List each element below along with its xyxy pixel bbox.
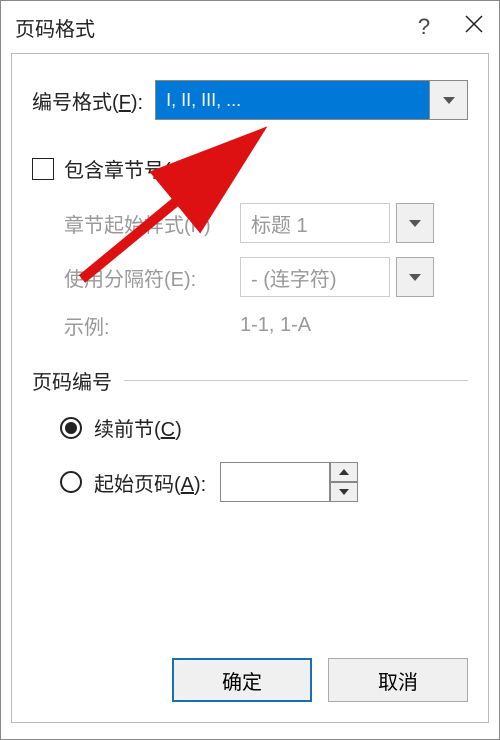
include-chapter-label: 包含章节号(N) [64,154,192,183]
page-number-format-dialog: 页码格式 ? 编号格式(F): I, II, III, ... 包含章节号(N) [0,0,500,740]
radio-group: 续前节(C) 起始页码(A): [60,413,468,502]
example-row: 示例: 1-1, 1-A [64,311,468,340]
spinner-down-button[interactable] [330,482,358,502]
cancel-button[interactable]: 取消 [328,658,468,702]
dialog-buttons: 确定 取消 [172,658,468,702]
continue-radio[interactable] [60,417,82,439]
separator-combo: - (连字符) [240,257,390,297]
chapter-style-row: 章节起始样式(P) 标题 1 [64,203,468,243]
chapter-style-combo: 标题 1 [240,203,390,243]
close-button[interactable] [449,15,499,39]
start-at-label: 起始页码(A): [94,468,206,497]
spinner-buttons [330,462,358,502]
number-format-dropdown-button[interactable] [429,81,467,119]
start-at-spinner [220,462,358,502]
divider [124,380,468,381]
include-chapter-checkbox[interactable] [32,158,54,180]
chevron-down-icon [443,97,455,104]
spinner-up-button[interactable] [330,462,358,482]
dialog-title: 页码格式 [15,13,399,42]
chevron-down-icon [409,274,421,281]
number-format-combo[interactable]: I, II, III, ... [155,80,468,120]
page-numbering-fieldset: 页码编号 续前节(C) 起始页码(A): [32,366,468,502]
help-button[interactable]: ? [399,14,449,40]
chapter-style-dropdown-button [396,203,434,243]
close-icon [465,15,483,33]
page-numbering-legend: 页码编号 [32,366,120,395]
start-at-radio-row: 起始页码(A): [60,462,468,502]
number-format-label: 编号格式(F): [32,86,143,115]
titlebar: 页码格式 ? [1,1,499,53]
continue-radio-row: 续前节(C) [60,413,468,442]
chapter-style-label: 章节起始样式(P) [64,209,240,238]
example-value: 1-1, 1-A [240,314,311,337]
separator-label: 使用分隔符(E): [64,263,240,292]
triangle-up-icon [339,469,349,475]
example-label: 示例: [64,311,240,340]
chapter-sub-group: 章节起始样式(P) 标题 1 使用分隔符(E): - (连字符) 示例: 1-1… [64,203,468,340]
start-at-input[interactable] [220,462,330,502]
continue-label: 续前节(C) [94,413,182,442]
dialog-content: 编号格式(F): I, II, III, ... 包含章节号(N) 章节起始样式… [11,53,489,723]
separator-dropdown-button [396,257,434,297]
number-format-value: I, II, III, ... [156,81,429,119]
include-chapter-row: 包含章节号(N) [32,154,468,183]
triangle-down-icon [339,489,349,495]
chevron-down-icon [409,220,421,227]
ok-button[interactable]: 确定 [172,658,312,702]
number-format-row: 编号格式(F): I, II, III, ... [32,80,468,120]
start-at-radio[interactable] [60,471,82,493]
separator-row: 使用分隔符(E): - (连字符) [64,257,468,297]
